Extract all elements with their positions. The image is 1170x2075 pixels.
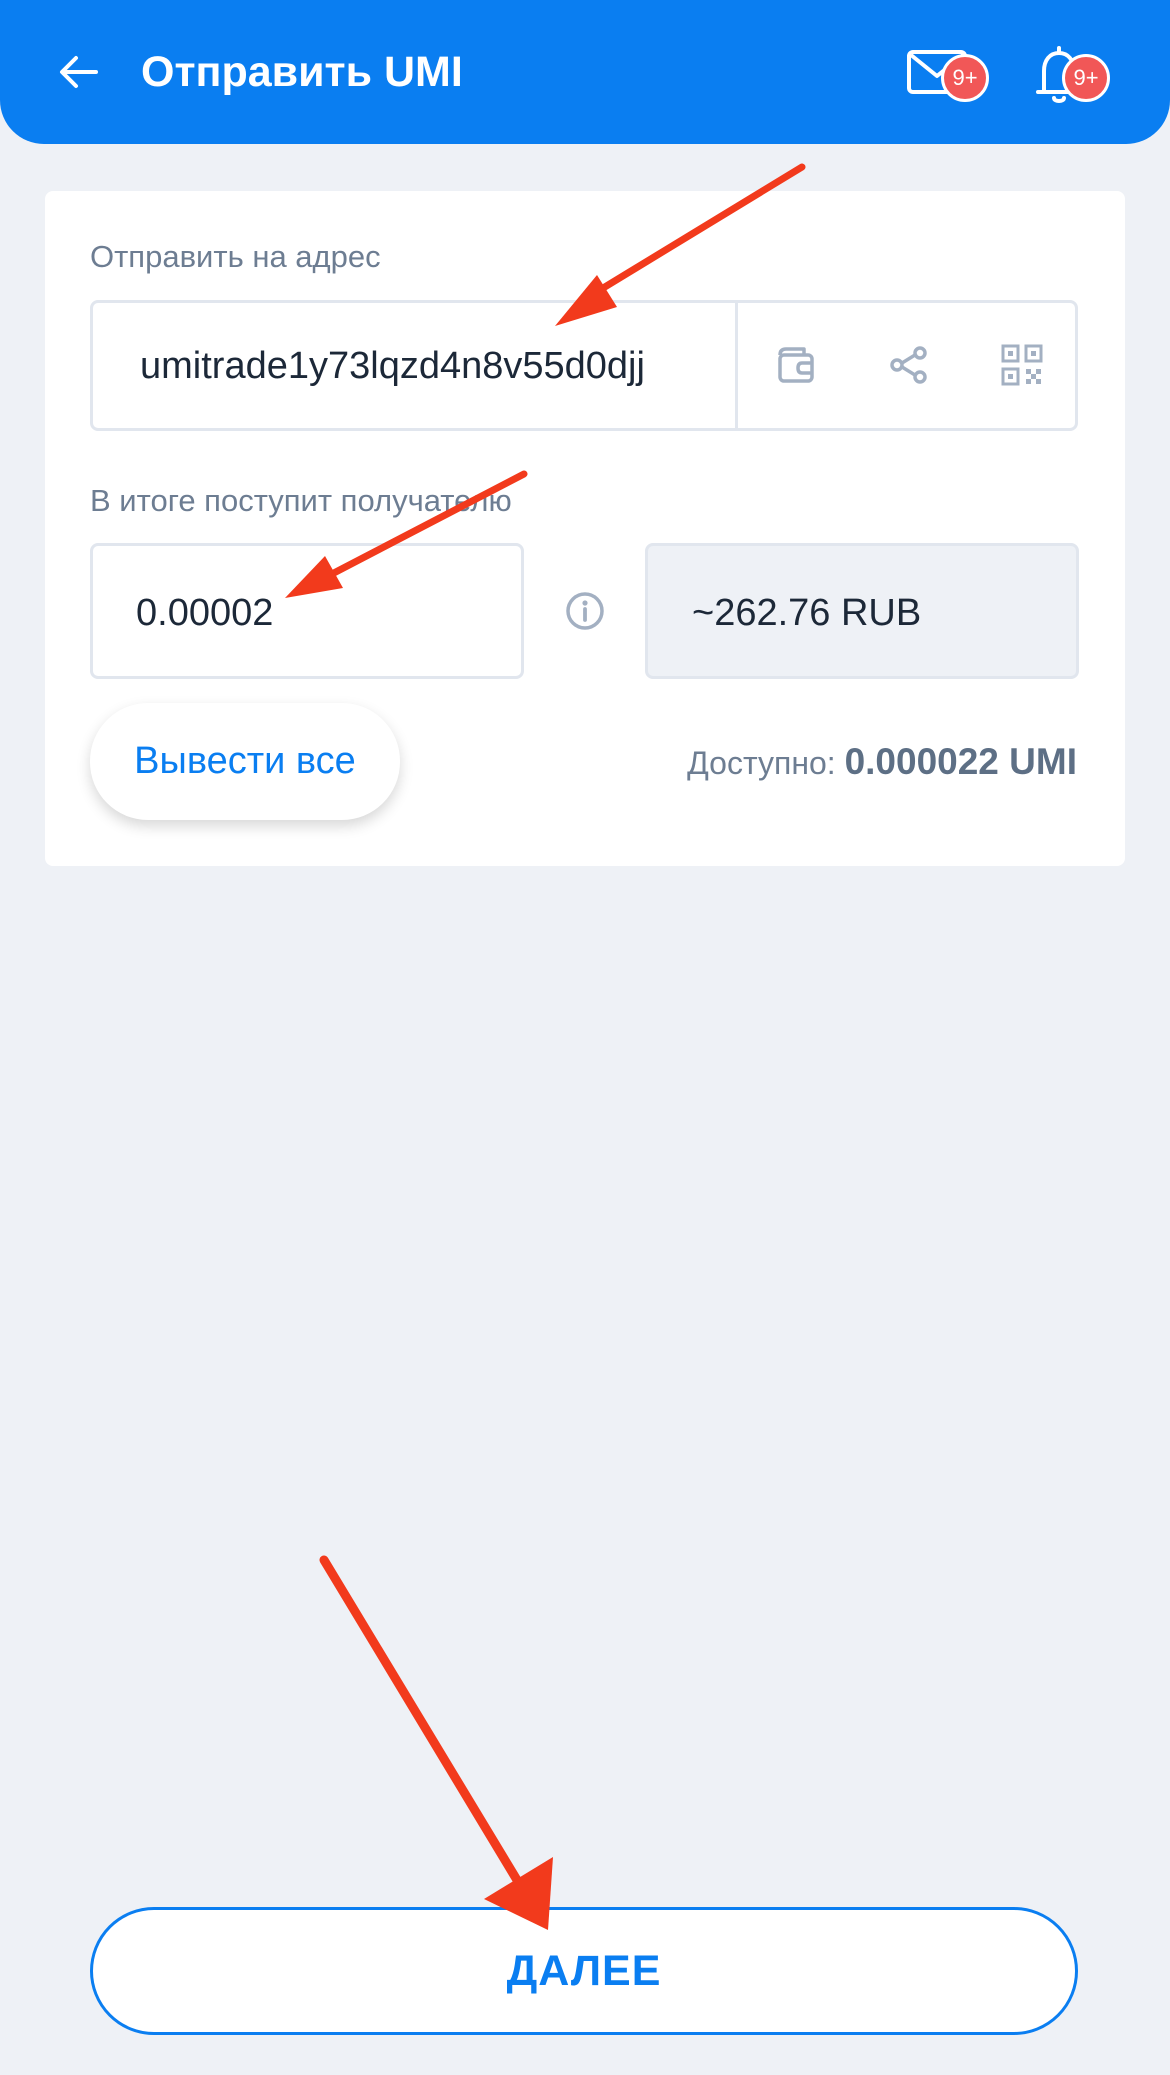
qr-scan-button[interactable] bbox=[990, 333, 1054, 397]
available-label: Доступно: bbox=[687, 745, 836, 781]
address-label: Отправить на адрес bbox=[90, 239, 381, 274]
next-button[interactable]: ДАЛЕЕ bbox=[90, 1907, 1078, 2035]
back-button[interactable] bbox=[44, 38, 112, 106]
address-field[interactable]: umitrade1y73lqzd4n8v55d0djj bbox=[90, 300, 1078, 431]
share-icon bbox=[890, 346, 927, 384]
app-header: Отправить UMI 9+ 9+ bbox=[0, 0, 1170, 144]
withdraw-all-button[interactable]: Вывести все bbox=[90, 703, 400, 820]
qr-code-icon bbox=[1001, 344, 1043, 386]
wallet-button[interactable] bbox=[764, 333, 828, 397]
notifications-button[interactable]: 9+ bbox=[1030, 38, 1120, 108]
mail-badge: 9+ bbox=[941, 54, 989, 102]
notifications-badge: 9+ bbox=[1062, 54, 1110, 102]
wallet-icon bbox=[778, 347, 814, 383]
address-divider bbox=[735, 303, 738, 428]
amount-label: В итоге поступит получателю bbox=[90, 483, 512, 518]
annotation-arrow-next bbox=[319, 1555, 525, 1890]
fiat-equivalent-value: ~262.76 RUB bbox=[692, 592, 922, 634]
fiat-equivalent-field: ~262.76 RUB bbox=[645, 543, 1079, 679]
page-title: Отправить UMI bbox=[141, 48, 463, 96]
amount-input[interactable]: 0.00002 bbox=[136, 590, 273, 636]
available-balance: Доступно: 0.000022 UMI bbox=[687, 740, 1077, 785]
info-icon[interactable] bbox=[561, 587, 609, 635]
arrow-left-icon bbox=[60, 56, 98, 88]
available-value: 0.000022 UMI bbox=[844, 741, 1077, 782]
address-input[interactable]: umitrade1y73lqzd4n8v55d0djj bbox=[140, 343, 700, 389]
amount-field[interactable]: 0.00002 bbox=[90, 543, 524, 679]
mail-button[interactable]: 9+ bbox=[905, 38, 995, 108]
share-button[interactable] bbox=[877, 333, 941, 397]
